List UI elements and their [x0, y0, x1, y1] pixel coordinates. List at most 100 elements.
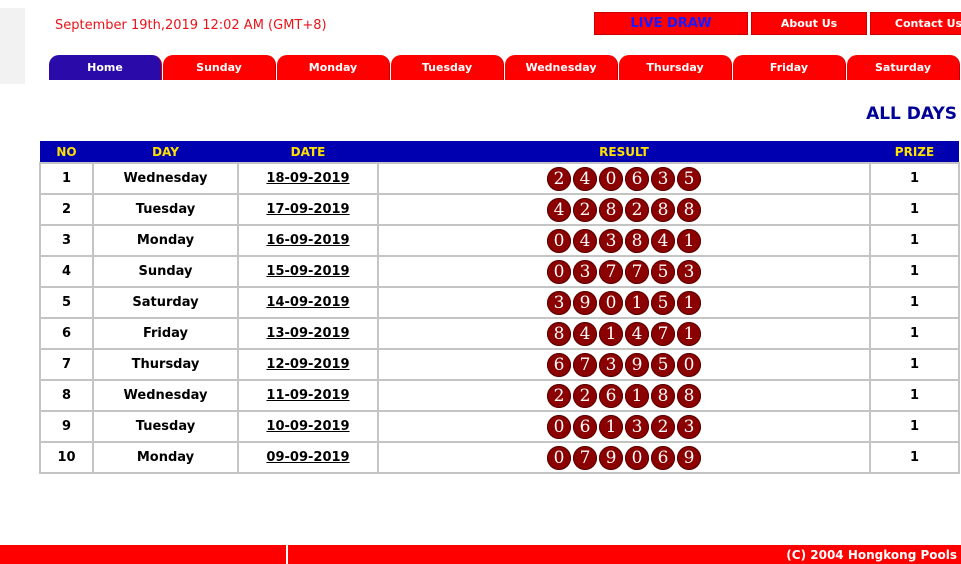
result-digit-ball: 0 — [599, 166, 623, 191]
tab-home[interactable]: Home — [49, 55, 162, 80]
result-balls: 240635 — [547, 166, 701, 191]
result-digit-ball: 0 — [547, 414, 571, 439]
row-day: Monday — [92, 224, 239, 257]
table-row: 5 Saturday 14-09-2019 3 9 0 1 5 1 1 — [39, 286, 960, 319]
row-date-link[interactable]: 09-09-2019 — [266, 450, 349, 465]
row-date-link[interactable]: 14-09-2019 — [266, 295, 349, 310]
result-digit-ball: 0 — [625, 445, 649, 470]
footer-left-bar — [0, 545, 286, 564]
row-day: Tuesday — [92, 193, 239, 226]
result-digit-ball: 2 — [573, 383, 597, 408]
row-date-link[interactable]: 11-09-2019 — [266, 388, 349, 403]
tab-sunday[interactable]: Sunday — [163, 55, 276, 80]
result-balls: 079069 — [547, 445, 701, 470]
about-us-link[interactable]: About Us — [751, 12, 867, 35]
tab-monday[interactable]: Monday — [277, 55, 390, 80]
row-date-cell: 16-09-2019 — [237, 224, 379, 257]
result-digit-ball: 1 — [677, 321, 701, 346]
row-date-link[interactable]: 12-09-2019 — [266, 357, 349, 372]
result-balls: 037753 — [547, 259, 701, 284]
column-header-day: DAY — [93, 141, 238, 163]
row-result-cell: 079069 — [377, 441, 871, 474]
row-date-link[interactable]: 10-09-2019 — [266, 419, 349, 434]
row-date-link[interactable]: 16-09-2019 — [266, 233, 349, 248]
row-number: 8 — [39, 379, 94, 412]
row-day: Thursday — [92, 348, 239, 381]
row-day: Friday — [92, 317, 239, 350]
row-day: Sunday — [92, 255, 239, 288]
result-digit-ball: 3 — [651, 166, 675, 191]
result-digit-ball: 3 — [677, 259, 701, 284]
row-prize: 1 — [869, 286, 960, 319]
result-digit-ball: 9 — [599, 445, 623, 470]
result-digit-ball: 2 — [573, 197, 597, 222]
row-date-cell: 15-09-2019 — [237, 255, 379, 288]
result-digit-ball: 8 — [677, 197, 701, 222]
row-number: 5 — [39, 286, 94, 319]
result-digit-ball: 4 — [625, 321, 649, 346]
result-digit-ball: 8 — [651, 197, 675, 222]
row-number: 1 — [39, 162, 94, 195]
row-day: Wednesday — [92, 162, 239, 195]
table-row: 1 Wednesday 18-09-2019 2 4 0 6 3 5 1 — [39, 162, 960, 195]
row-date-cell: 17-09-2019 — [237, 193, 379, 226]
contact-us-link[interactable]: Contact Us — [870, 12, 961, 35]
tab-saturday[interactable]: Saturday — [847, 55, 960, 80]
row-date-cell: 11-09-2019 — [237, 379, 379, 412]
result-digit-ball: 9 — [573, 290, 597, 315]
row-date-link[interactable]: 18-09-2019 — [266, 171, 349, 186]
table-row: 4 Sunday 15-09-2019 0 3 7 7 5 3 1 — [39, 255, 960, 288]
result-digit-ball: 6 — [547, 352, 571, 377]
row-number: 3 — [39, 224, 94, 257]
result-digit-ball: 8 — [547, 321, 571, 346]
result-digit-ball: 0 — [677, 352, 701, 377]
day-tabs: Home Sunday Monday Tuesday Wednesday Thu… — [49, 55, 961, 80]
result-digit-ball: 3 — [625, 414, 649, 439]
result-digit-ball: 4 — [651, 228, 675, 253]
result-digit-ball: 1 — [677, 228, 701, 253]
tab-thursday[interactable]: Thursday — [619, 55, 732, 80]
result-digit-ball: 2 — [547, 383, 571, 408]
results-body: 1 Wednesday 18-09-2019 2 4 0 6 3 5 1 2 Tuesday 17-09… — [39, 162, 960, 474]
row-result-cell: 061323 — [377, 410, 871, 443]
result-digit-ball: 2 — [547, 166, 571, 191]
result-digit-ball: 8 — [599, 197, 623, 222]
row-number: 2 — [39, 193, 94, 226]
result-digit-ball: 1 — [677, 290, 701, 315]
tab-friday[interactable]: Friday — [733, 55, 846, 80]
row-date-link[interactable]: 13-09-2019 — [266, 326, 349, 341]
column-header-result: RESULT — [378, 141, 870, 163]
result-digit-ball: 6 — [573, 414, 597, 439]
result-digit-ball: 6 — [599, 383, 623, 408]
table-header-row: NO DAY DATE RESULT PRIZE — [40, 141, 959, 163]
row-date-link[interactable]: 15-09-2019 — [266, 264, 349, 279]
tab-tuesday[interactable]: Tuesday — [391, 55, 504, 80]
row-prize: 1 — [869, 379, 960, 412]
row-day: Tuesday — [92, 410, 239, 443]
top-links: LIVE DRAW About Us Contact Us — [594, 12, 961, 35]
row-date-link[interactable]: 17-09-2019 — [266, 202, 349, 217]
result-digit-ball: 7 — [625, 259, 649, 284]
result-digit-ball: 0 — [547, 228, 571, 253]
row-prize: 1 — [869, 348, 960, 381]
result-digit-ball: 7 — [599, 259, 623, 284]
footer-copyright: (C) 2004 Hongkong Pools — [288, 545, 961, 564]
result-digit-ball: 6 — [625, 166, 649, 191]
tab-wednesday[interactable]: Wednesday — [505, 55, 618, 80]
table-row: 8 Wednesday 11-09-2019 2 2 6 1 8 8 1 — [39, 379, 960, 412]
result-digit-ball: 5 — [651, 259, 675, 284]
left-side-strip — [0, 8, 25, 84]
result-digit-ball: 2 — [625, 197, 649, 222]
result-digit-ball: 2 — [651, 414, 675, 439]
result-digit-ball: 7 — [651, 321, 675, 346]
live-draw-link[interactable]: LIVE DRAW — [594, 12, 748, 35]
result-balls: 390151 — [547, 290, 701, 315]
result-balls: 428288 — [547, 197, 701, 222]
result-digit-ball: 4 — [573, 166, 597, 191]
row-number: 7 — [39, 348, 94, 381]
row-day: Saturday — [92, 286, 239, 319]
table-row: 2 Tuesday 17-09-2019 4 2 8 2 8 8 1 — [39, 193, 960, 226]
row-result-cell: 226188 — [377, 379, 871, 412]
result-digit-ball: 1 — [599, 414, 623, 439]
footer: (C) 2004 Hongkong Pools — [0, 545, 961, 564]
